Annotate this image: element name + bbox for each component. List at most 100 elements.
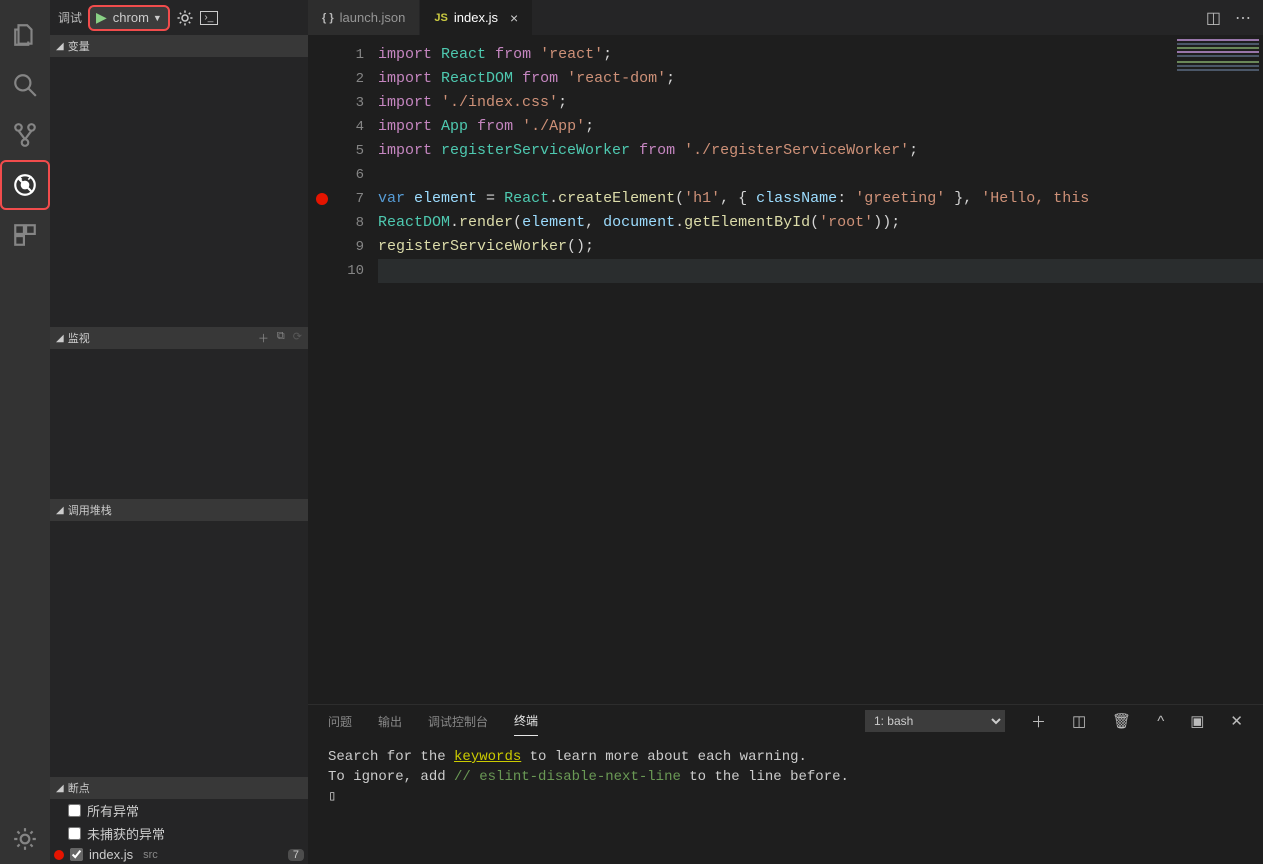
- debug-settings-gear[interactable]: [176, 9, 194, 27]
- terminal-body[interactable]: Search for the keywords to learn more ab…: [308, 737, 1263, 864]
- code-line[interactable]: import React from 'react';: [378, 43, 1263, 67]
- gear-icon: [12, 826, 38, 852]
- maximize-panel-icon[interactable]: ▣: [1190, 712, 1204, 730]
- refresh-icon[interactable]: ⟳: [293, 330, 302, 346]
- terminal-line: Search for the keywords to learn more ab…: [328, 747, 1243, 767]
- section-callstack[interactable]: ◢ 调用堆栈: [50, 499, 308, 521]
- section-variables[interactable]: ◢ 变量: [50, 35, 308, 57]
- line-number: 7: [308, 187, 364, 211]
- code-line[interactable]: [378, 259, 1263, 283]
- activity-settings[interactable]: [0, 814, 50, 864]
- breakpoint-uncaught[interactable]: 未捕获的异常: [50, 822, 308, 845]
- chevron-down-icon: ◢: [56, 505, 64, 516]
- code-editor[interactable]: 12345678910 import React from 'react';im…: [308, 35, 1263, 704]
- terminal-select[interactable]: 1: bash: [865, 710, 1005, 732]
- code-line[interactable]: registerServiceWorker();: [378, 235, 1263, 259]
- line-number: 3: [308, 91, 364, 115]
- breakpoint-dot-icon: [54, 850, 64, 860]
- branch-icon: [12, 122, 38, 148]
- chevron-up-icon[interactable]: ^: [1157, 713, 1164, 730]
- code-line[interactable]: import registerServiceWorker from './reg…: [378, 139, 1263, 163]
- search-icon: [12, 72, 38, 98]
- debug-title: 调试: [58, 9, 82, 26]
- js-file-icon: JS: [434, 12, 447, 24]
- close-panel-icon[interactable]: ✕: [1230, 712, 1243, 730]
- new-terminal-icon[interactable]: ＋: [1031, 711, 1046, 732]
- activity-scm[interactable]: [0, 110, 50, 160]
- tab-label: index.js: [454, 10, 498, 25]
- play-icon: ▶: [90, 9, 113, 26]
- panel-tabs: 问题 输出 调试控制台 终端 1: bash ＋ ◫ 🗑 ^ ▣ ✕: [308, 705, 1263, 737]
- close-tab-icon[interactable]: ×: [510, 10, 518, 26]
- activity-debug[interactable]: [0, 160, 50, 210]
- section-callstack-label: 调用堆栈: [68, 502, 302, 518]
- panel-tab-problems[interactable]: 问题: [328, 707, 352, 736]
- line-number: 5: [308, 139, 364, 163]
- kill-terminal-icon[interactable]: 🗑: [1112, 712, 1131, 730]
- debug-start-config[interactable]: ▶ chrom ▼: [88, 5, 170, 31]
- section-breakpoints[interactable]: ◢ 断点: [50, 777, 308, 799]
- editor-tabs: { }launch.json JS index.js × ◫ ⋯: [308, 0, 1263, 35]
- line-number: 10: [308, 259, 364, 283]
- chevron-down-icon: ◢: [56, 41, 64, 52]
- collapse-all-icon[interactable]: ⧉: [277, 330, 285, 346]
- section-breakpoints-label: 断点: [68, 780, 302, 796]
- chevron-down-icon: ◢: [56, 783, 64, 794]
- code-line[interactable]: var element = React.createElement('h1', …: [378, 187, 1263, 211]
- breakpoint-line-badge: 7: [288, 849, 304, 861]
- code-line[interactable]: ReactDOM.render(element, document.getEle…: [378, 211, 1263, 235]
- line-number: 2: [308, 67, 364, 91]
- split-editor-icon[interactable]: ◫: [1206, 8, 1221, 28]
- code-line[interactable]: import './index.css';: [378, 91, 1263, 115]
- gear-icon: [176, 9, 194, 27]
- chevron-down-icon: ▼: [153, 13, 162, 23]
- bug-icon: [12, 172, 38, 198]
- line-number: 4: [308, 115, 364, 139]
- terminal-line: To ignore, add // eslint-disable-next-li…: [328, 767, 1243, 787]
- bottom-panel: 问题 输出 调试控制台 终端 1: bash ＋ ◫ 🗑 ^ ▣ ✕ Searc…: [308, 704, 1263, 864]
- section-variables-label: 变量: [68, 38, 302, 54]
- activity-explorer[interactable]: [0, 10, 50, 60]
- debug-config-name: chrom: [113, 10, 153, 25]
- breakpoint-all-exceptions[interactable]: 所有异常: [50, 799, 308, 822]
- line-number: 1: [308, 43, 364, 67]
- debug-header: 调试 ▶ chrom ▼ ›_: [50, 0, 308, 35]
- split-terminal-icon[interactable]: ◫: [1072, 712, 1086, 730]
- line-number: 8: [308, 211, 364, 235]
- panel-tab-output[interactable]: 输出: [378, 707, 402, 736]
- editor-area: { }launch.jsonJSindex.js× ◫ ⋯ 1234567891…: [308, 0, 1263, 864]
- more-actions-icon[interactable]: ⋯: [1235, 8, 1251, 28]
- tab-label: launch.json: [340, 10, 406, 25]
- panel-tab-debug-console[interactable]: 调试控制台: [428, 707, 488, 736]
- section-watch[interactable]: ◢ 监视 ＋ ⧉ ⟳: [50, 327, 308, 349]
- terminal-cursor: ▯: [328, 787, 1243, 807]
- breakpoint-label: 所有异常: [87, 801, 139, 820]
- editor-tab[interactable]: { }launch.json: [308, 0, 420, 35]
- debug-console-button[interactable]: ›_: [200, 11, 218, 25]
- activity-search[interactable]: [0, 60, 50, 110]
- files-icon: [12, 22, 38, 48]
- section-watch-label: 监视: [68, 330, 258, 346]
- breakpoint-label: 未捕获的异常: [87, 824, 165, 843]
- breakpoint-file-path: src: [143, 849, 158, 861]
- code-lines[interactable]: import React from 'react';import ReactDO…: [378, 35, 1263, 704]
- code-line[interactable]: import App from './App';: [378, 115, 1263, 139]
- editor-tab[interactable]: JS index.js ×: [420, 0, 533, 35]
- breakpoint-file-name: index.js: [89, 847, 133, 862]
- activity-extensions[interactable]: [0, 210, 50, 260]
- console-icon: ›_: [204, 12, 213, 23]
- add-watch-icon[interactable]: ＋: [258, 330, 269, 346]
- code-line[interactable]: import ReactDOM from 'react-dom';: [378, 67, 1263, 91]
- breakpoint-dot-icon[interactable]: [316, 193, 328, 205]
- breakpoint-checkbox[interactable]: [70, 848, 83, 861]
- chevron-down-icon: ◢: [56, 333, 64, 344]
- code-line[interactable]: [378, 163, 1263, 187]
- line-gutter: 12345678910: [308, 35, 378, 704]
- breakpoint-checkbox[interactable]: [68, 804, 81, 817]
- panel-tab-terminal[interactable]: 终端: [514, 706, 538, 736]
- debug-sidebar: 调试 ▶ chrom ▼ ›_ ◢ 变量 ◢ 监视 ＋ ⧉ ⟳ ◢ 调用堆栈 ◢…: [50, 0, 308, 864]
- breakpoint-file-row[interactable]: index.js src 7: [50, 845, 308, 864]
- minimap[interactable]: [1173, 35, 1263, 704]
- breakpoint-checkbox[interactable]: [68, 827, 81, 840]
- line-number: 9: [308, 235, 364, 259]
